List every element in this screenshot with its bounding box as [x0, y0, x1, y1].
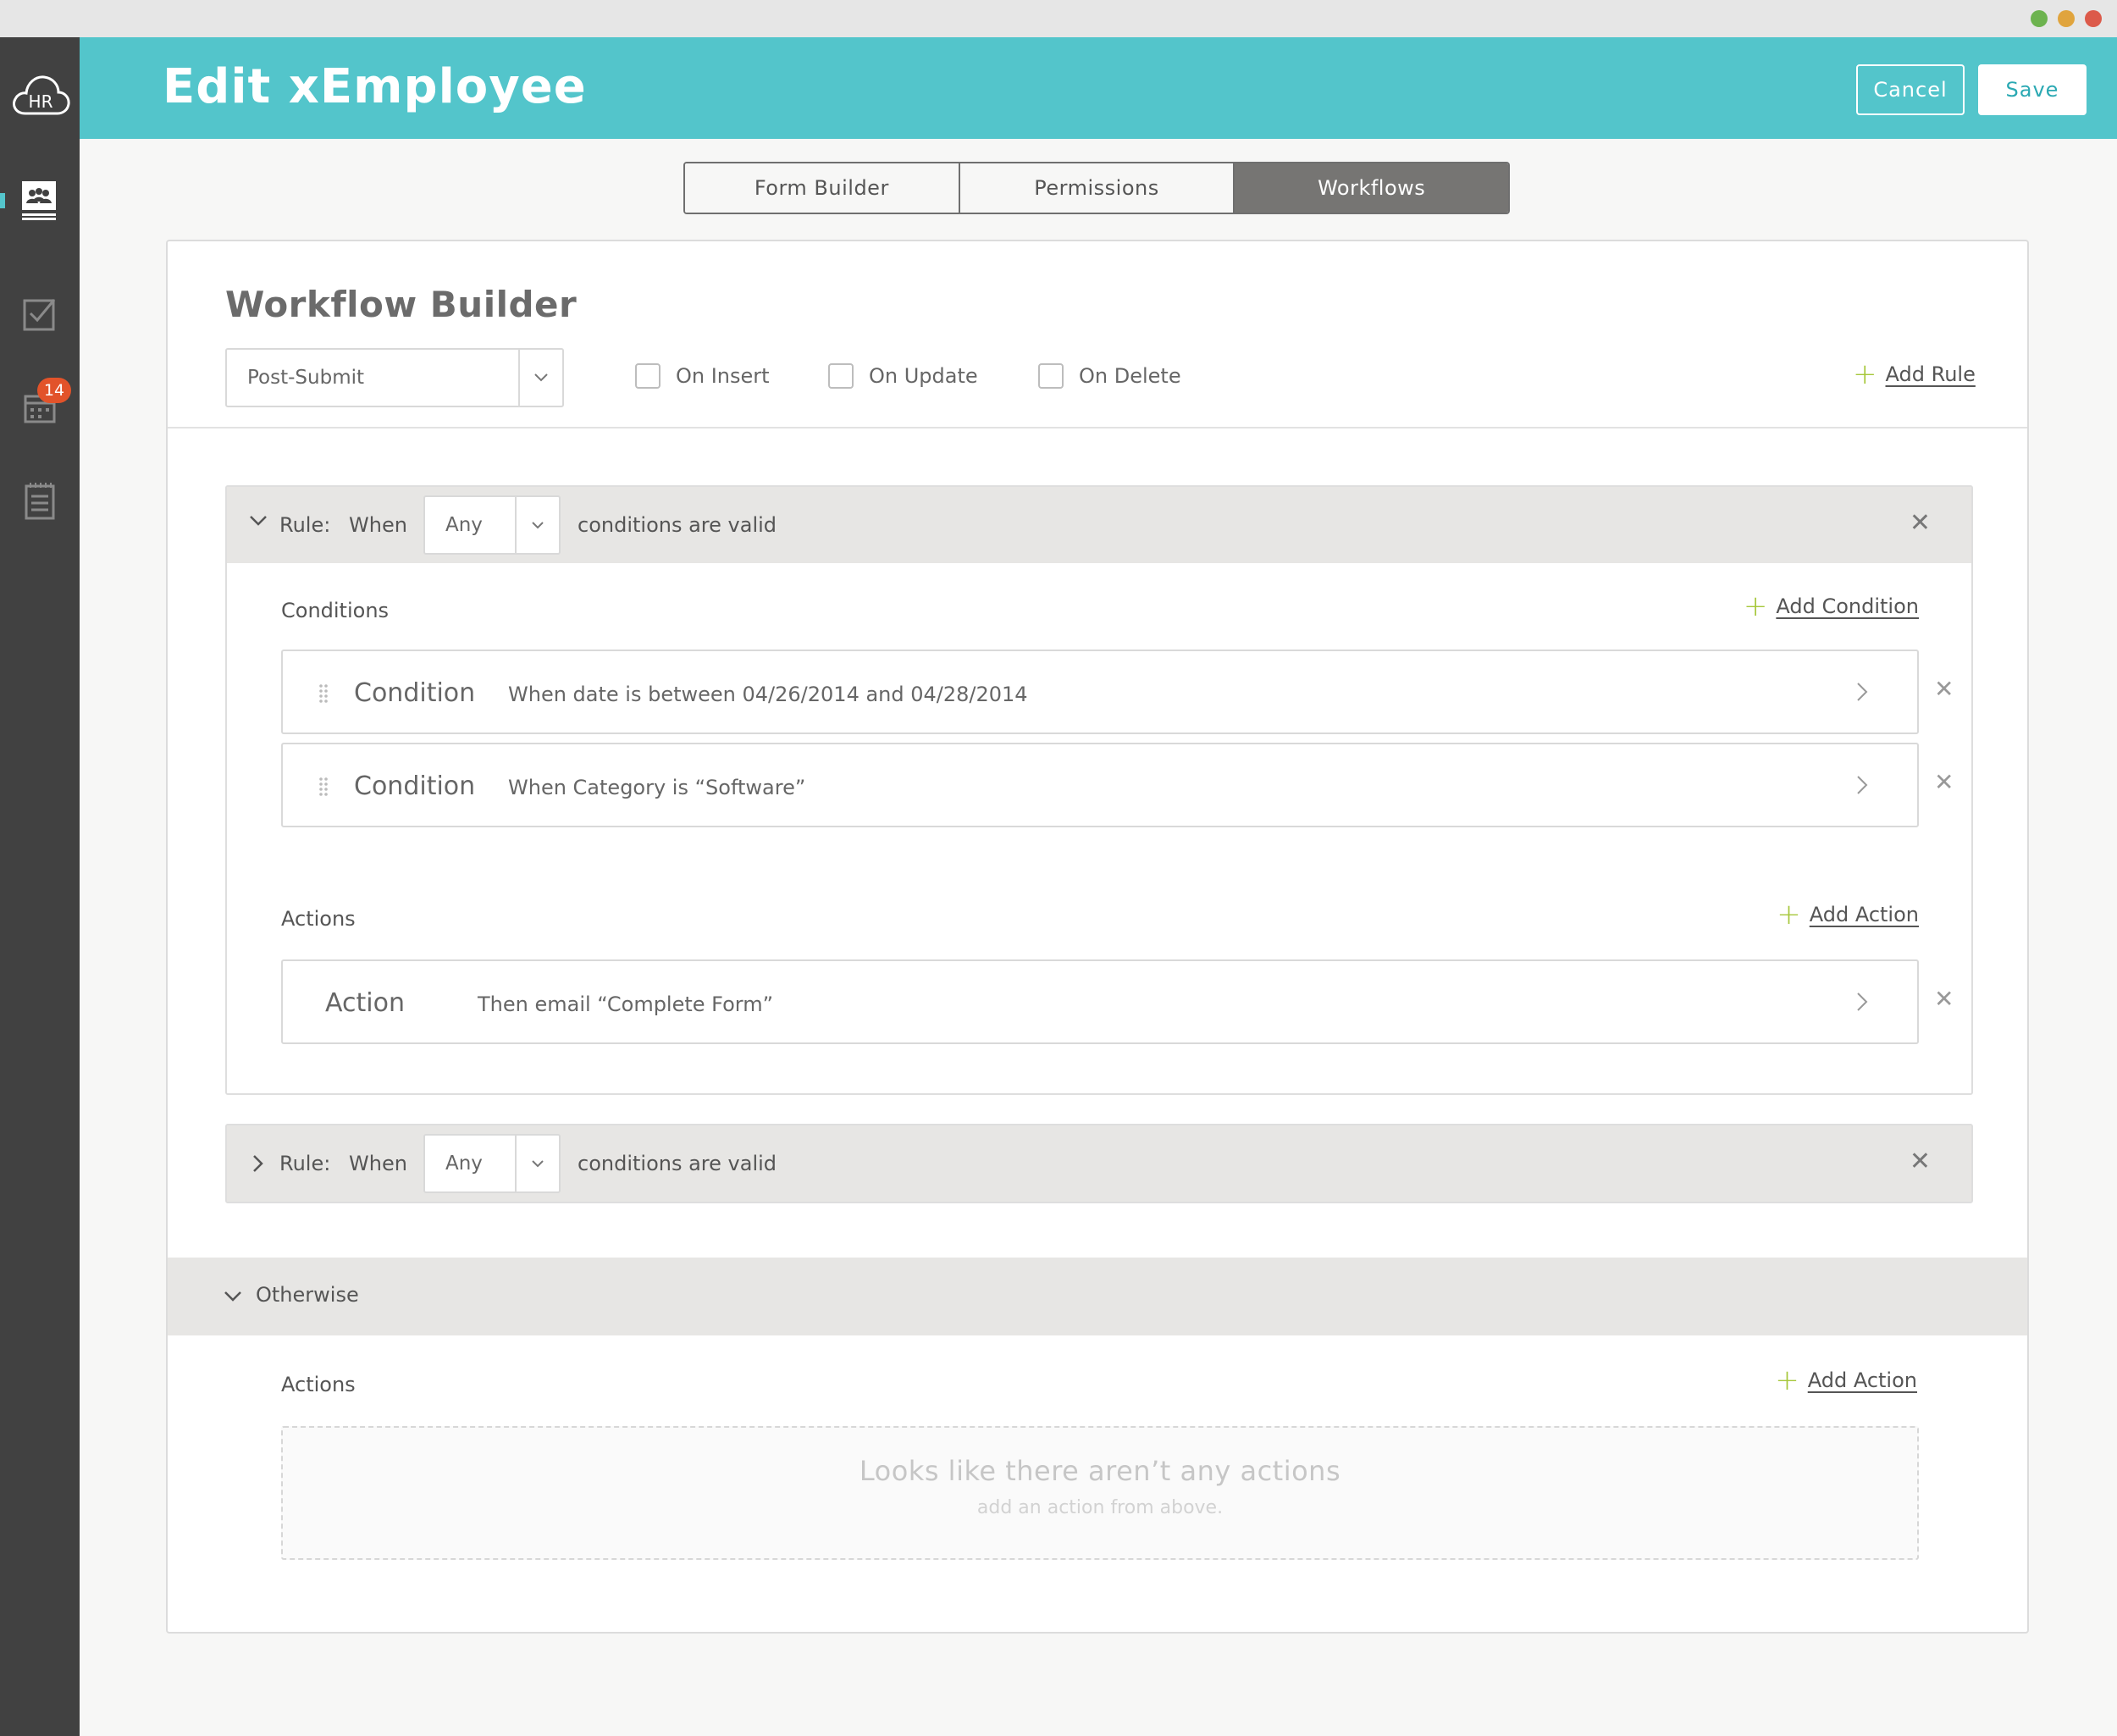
- checkbox-icon[interactable]: [17, 291, 63, 337]
- empty-actions-placeholder: Looks like there aren’t any actions add …: [281, 1426, 1919, 1560]
- plus-icon: +: [1743, 589, 1768, 623]
- save-button[interactable]: Save: [1978, 64, 2087, 115]
- drag-handle-icon[interactable]: [318, 683, 329, 707]
- trigger-select-value: Post-Submit: [247, 367, 365, 389]
- condition-text: When Category is “Software”: [508, 776, 806, 799]
- sidebar: HR 14: [0, 37, 80, 1736]
- otherwise-actions-label: Actions: [281, 1373, 356, 1396]
- tab-form-builder[interactable]: Form Builder: [685, 163, 960, 213]
- add-condition-label: Add Condition: [1776, 594, 1919, 618]
- tab-bar: Form Builder Permissions Workflows: [683, 162, 1510, 214]
- condition-item[interactable]: Condition When date is between 04/26/201…: [281, 650, 1919, 734]
- plus-icon: +: [1777, 898, 1801, 932]
- notepad-icon[interactable]: [17, 478, 63, 523]
- action-text: Then email “Complete Form”: [478, 992, 774, 1016]
- condition-text: When date is between 04/26/2014 and 04/2…: [508, 683, 1028, 706]
- condition-kind: Condition: [354, 771, 476, 801]
- close-icon[interactable]: ✕: [1910, 511, 1931, 536]
- remove-condition-icon[interactable]: ✕: [1934, 768, 1954, 796]
- notification-badge: 14: [37, 378, 71, 403]
- window-minimize-button[interactable]: [2058, 10, 2075, 27]
- rule-panel-collapsed: Rule: When Any conditions are valid ✕: [225, 1124, 1973, 1203]
- team-icon[interactable]: [17, 178, 63, 224]
- add-rule-label: Add Rule: [1885, 362, 1976, 386]
- rule-panel: Rule: When Any conditions are valid ✕ Co…: [225, 485, 1973, 1095]
- actions-label: Actions: [281, 907, 356, 931]
- section-title: Workflow Builder: [225, 284, 578, 325]
- divider: [168, 427, 2027, 428]
- match-select-value: Any: [445, 1153, 483, 1175]
- conditions-valid-label: conditions are valid: [578, 1152, 777, 1175]
- chevron-down-icon: [518, 350, 562, 406]
- rule-header[interactable]: Rule: When Any conditions are valid ✕: [227, 487, 1971, 563]
- logo-text: HR: [29, 91, 53, 112]
- cancel-button[interactable]: Cancel: [1856, 64, 1965, 115]
- on-delete-label: On Delete: [1079, 364, 1181, 388]
- otherwise-label: Otherwise: [256, 1283, 359, 1307]
- chevron-right-icon[interactable]: [1856, 992, 1868, 1015]
- add-rule-link[interactable]: + Add Rule: [1853, 360, 1976, 389]
- conditions-label: Conditions: [281, 599, 390, 622]
- action-item[interactable]: Action Then email “Complete Form”: [281, 959, 1919, 1044]
- window-maximize-button[interactable]: [2031, 10, 2048, 27]
- window-close-button[interactable]: [2085, 10, 2102, 27]
- conditions-valid-label: conditions are valid: [578, 513, 777, 537]
- drag-handle-icon[interactable]: [318, 777, 329, 800]
- plus-icon: +: [1853, 357, 1877, 391]
- rule-label: Rule:: [279, 513, 331, 537]
- match-select[interactable]: Any: [423, 495, 561, 555]
- trigger-select[interactable]: Post-Submit: [225, 348, 564, 407]
- add-action-label: Add Action: [1807, 1368, 1917, 1392]
- remove-action-icon[interactable]: ✕: [1934, 985, 1954, 1013]
- otherwise-header[interactable]: Otherwise: [168, 1258, 2027, 1335]
- otherwise-add-action-link[interactable]: + Add Action: [1775, 1366, 1917, 1395]
- on-insert-label: On Insert: [676, 364, 770, 388]
- match-select[interactable]: Any: [423, 1134, 561, 1193]
- on-delete-option[interactable]: On Delete: [1038, 363, 1181, 389]
- plus-icon: +: [1775, 1363, 1799, 1397]
- rule-label: Rule:: [279, 1152, 331, 1175]
- action-kind: Action: [325, 988, 405, 1018]
- hr-logo-icon[interactable]: HR: [10, 64, 71, 125]
- rule-header[interactable]: Rule: When Any conditions are valid ✕: [227, 1125, 1971, 1202]
- on-update-option[interactable]: On Update: [828, 363, 978, 389]
- chevron-right-icon[interactable]: [1856, 775, 1868, 799]
- remove-condition-icon[interactable]: ✕: [1934, 675, 1954, 703]
- when-label: When: [349, 1152, 407, 1175]
- chevron-down-icon: [515, 497, 559, 553]
- empty-state-title: Looks like there aren’t any actions: [859, 1455, 1341, 1487]
- match-select-value: Any: [445, 514, 483, 536]
- tab-workflows[interactable]: Workflows: [1235, 163, 1508, 213]
- chevron-right-icon[interactable]: [252, 1154, 264, 1176]
- on-delete-checkbox[interactable]: [1038, 363, 1064, 389]
- empty-state-subtitle: add an action from above.: [976, 1497, 1224, 1518]
- chevron-down-icon[interactable]: [224, 1290, 242, 1306]
- chevron-down-icon[interactable]: [249, 514, 268, 530]
- page-title: Edit xEmployee: [163, 59, 587, 114]
- condition-kind: Condition: [354, 678, 476, 708]
- add-action-link[interactable]: + Add Action: [1777, 900, 1919, 929]
- add-action-label: Add Action: [1809, 903, 1919, 926]
- tab-permissions[interactable]: Permissions: [959, 163, 1235, 213]
- when-label: When: [349, 513, 407, 537]
- on-update-label: On Update: [869, 364, 978, 388]
- active-indicator: [0, 193, 5, 208]
- chevron-right-icon[interactable]: [1856, 682, 1868, 705]
- window-titlebar: [0, 0, 2117, 37]
- chevron-down-icon: [515, 1136, 559, 1191]
- add-condition-link[interactable]: + Add Condition: [1744, 592, 1919, 621]
- close-icon[interactable]: ✕: [1910, 1149, 1931, 1175]
- condition-item[interactable]: Condition When Category is “Software”: [281, 743, 1919, 827]
- on-update-checkbox[interactable]: [828, 363, 854, 389]
- page-header: Edit xEmployee Cancel Save: [80, 37, 2117, 139]
- on-insert-checkbox[interactable]: [635, 363, 661, 389]
- on-insert-option[interactable]: On Insert: [635, 363, 770, 389]
- workflow-builder-card: Workflow Builder Post-Submit On Insert O…: [166, 240, 2029, 1634]
